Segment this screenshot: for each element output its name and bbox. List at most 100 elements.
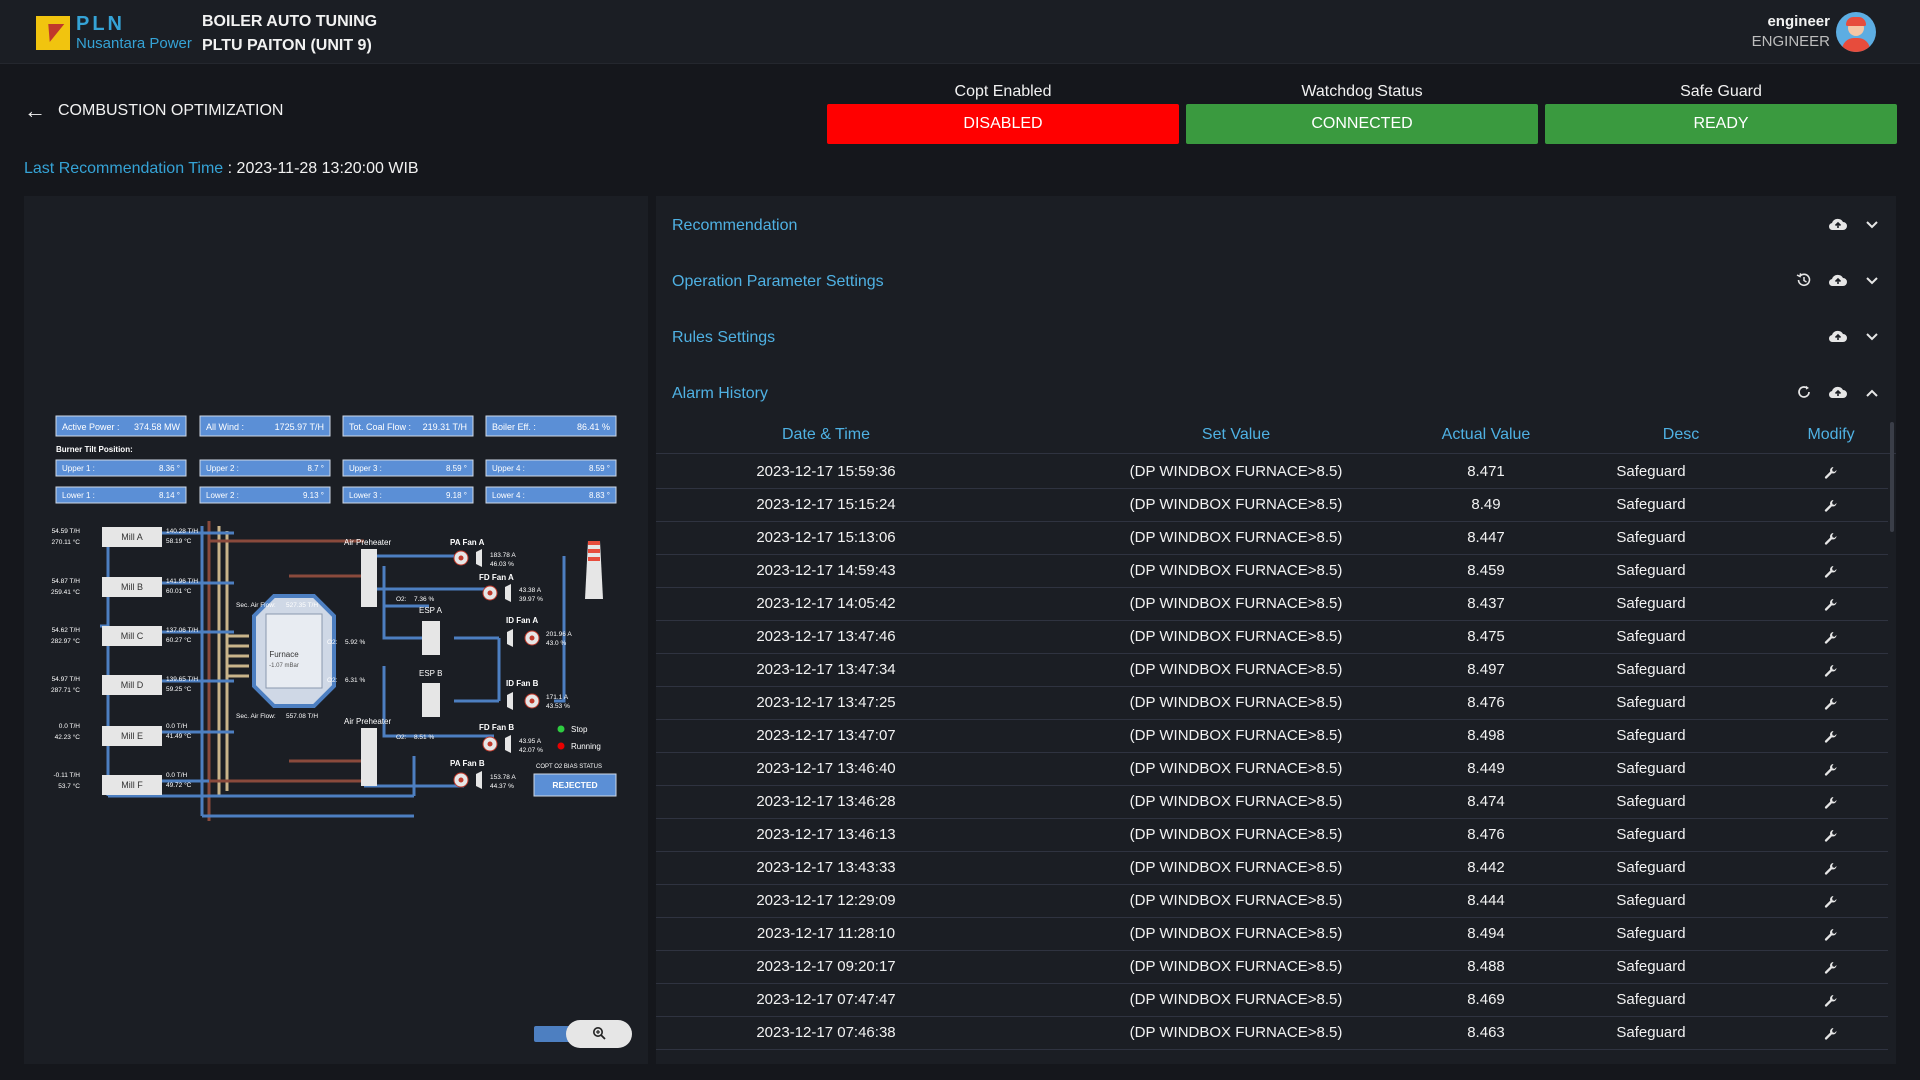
- wrench-icon: [1824, 827, 1838, 843]
- cell-actual-value: 8.49: [1471, 496, 1501, 513]
- modify-button[interactable]: [1766, 951, 1896, 984]
- refresh-icon[interactable]: [1794, 384, 1814, 405]
- zoom-in-button[interactable]: [566, 1020, 632, 1048]
- col-desc[interactable]: Desc: [1616, 416, 1746, 454]
- modify-button[interactable]: [1766, 687, 1896, 720]
- col-modify[interactable]: Modify: [1766, 416, 1896, 454]
- id-fan-a-current: 201.96 A: [546, 631, 572, 638]
- table-row: 2023-12-17 07:47:47 (DP WINDBOX FURNACE>8…: [656, 984, 1888, 1017]
- back-button[interactable]: ← COMBUSTION OPTIMIZATION: [24, 100, 283, 122]
- fd-fan-a: FD Fan A 43.38 A 39.97 %: [479, 573, 543, 603]
- pln-logo: PLN Nusantara Power: [36, 14, 192, 51]
- app-title: BOILER AUTO TUNING PLTU PAITON (UNIT 9): [202, 10, 377, 58]
- cell-date-time: 2023-12-17 13:46:13: [756, 826, 896, 843]
- cloud-upload-icon[interactable]: [1828, 385, 1848, 404]
- cell-desc: Safeguard: [1616, 859, 1686, 876]
- fd-fan-b: FD Fan B 43.95 A 42.07 %: [479, 723, 543, 754]
- cell-actual-value: 8.476: [1467, 826, 1505, 843]
- chevron-up-icon[interactable]: [1862, 385, 1882, 403]
- copt-enabled-badge[interactable]: DISABLED: [827, 104, 1179, 144]
- upper-3-label: Upper 3 :: [349, 464, 382, 473]
- avatar[interactable]: [1836, 12, 1876, 52]
- id-fan-a: ID Fan A 201.96 A 43.0 %: [506, 616, 572, 647]
- esp-b-label: ESP B: [419, 669, 442, 678]
- modify-button[interactable]: [1766, 984, 1896, 1017]
- chevron-down-icon[interactable]: [1862, 217, 1882, 235]
- copt-o2-bias-title: COPT O2 BIAS STATUS: [536, 764, 602, 770]
- cell-date-time: 2023-12-17 07:47:47: [756, 991, 896, 1008]
- upper-3-value: 8.59 °: [446, 464, 467, 473]
- table-row: 2023-12-17 13:47:07 (DP WINDBOX FURNACE>8…: [656, 720, 1888, 753]
- cell-date-time: 2023-12-17 14:05:42: [756, 595, 896, 612]
- cell-date-time: 2023-12-17 13:43:33: [756, 859, 896, 876]
- wrench-icon: [1824, 794, 1838, 810]
- chevron-down-icon[interactable]: [1862, 329, 1882, 347]
- table-row: 2023-12-17 14:59:43 (DP WINDBOX FURNACE>8…: [656, 555, 1888, 588]
- accordion-operation-parameter-settings[interactable]: Operation Parameter Settings: [656, 254, 1896, 310]
- modify-button[interactable]: [1766, 654, 1896, 687]
- modify-button[interactable]: [1766, 522, 1896, 555]
- zoom-in-icon: [592, 1026, 606, 1043]
- cell-set-value: (DP WINDBOX FURNACE>8.5): [1129, 727, 1343, 744]
- modify-button[interactable]: [1766, 819, 1896, 852]
- chevron-down-icon[interactable]: [1862, 273, 1882, 291]
- modify-button[interactable]: [1766, 621, 1896, 654]
- kpi-all-wind-value: 1725.97 T/H: [275, 422, 324, 432]
- cloud-upload-icon[interactable]: [1828, 217, 1848, 236]
- cloud-upload-icon[interactable]: [1828, 273, 1848, 292]
- o2-b-label: O2:: [327, 677, 338, 684]
- modify-button[interactable]: [1766, 885, 1896, 918]
- upper-1-label: Upper 1 :: [62, 464, 95, 473]
- upper-4-value: 8.59 °: [589, 464, 610, 473]
- col-actual-value[interactable]: Actual Value: [1396, 416, 1576, 454]
- history-icon[interactable]: [1794, 271, 1814, 294]
- esp-a-label: ESP A: [419, 606, 443, 615]
- modify-button[interactable]: [1766, 753, 1896, 786]
- accordion-recommendation[interactable]: Recommendation: [656, 198, 1896, 254]
- modify-button[interactable]: [1766, 786, 1896, 819]
- zoom-control[interactable]: [534, 1020, 634, 1048]
- pa-fan-b-pct: 44.37 %: [490, 783, 514, 790]
- cell-desc: Safeguard: [1616, 892, 1686, 909]
- furnace-pressure: -1.07 mBar: [269, 663, 299, 669]
- accordion-alarm-history[interactable]: Alarm History: [656, 366, 1896, 422]
- o2-bot-label: O2:: [396, 734, 407, 741]
- col-date-time[interactable]: Date & Time: [716, 416, 936, 454]
- wrench-icon: [1824, 662, 1838, 678]
- cell-date-time: 2023-12-17 15:13:06: [756, 529, 896, 546]
- arrow-left-icon: ←: [24, 98, 46, 123]
- modify-button[interactable]: [1766, 918, 1896, 951]
- mill-d-air: 139.65 T/H: [166, 676, 198, 683]
- mill-a: Mill A 54.59 T/H 270.11 °C 140.28 T/H 58…: [52, 527, 198, 547]
- cloud-upload-icon[interactable]: [1828, 329, 1848, 348]
- mill-c: Mill C 54.62 T/H 282.97 °C 137.06 T/H 60…: [51, 626, 198, 646]
- modify-button[interactable]: [1766, 489, 1896, 522]
- table-scrollbar[interactable]: [1890, 422, 1894, 532]
- safe-guard-badge[interactable]: READY: [1545, 104, 1897, 144]
- kpi-all-wind-label: All Wind :: [206, 422, 244, 432]
- modify-button[interactable]: [1766, 456, 1896, 489]
- last-rec-value: : 2023-11-28 13:20:00 WIB: [223, 160, 419, 177]
- cell-actual-value: 8.459: [1467, 562, 1505, 579]
- cell-desc: Safeguard: [1616, 793, 1686, 810]
- accordion-rules-settings[interactable]: Rules Settings: [656, 310, 1896, 366]
- app-title-line1: BOILER AUTO TUNING: [202, 13, 378, 30]
- watchdog-status-badge[interactable]: CONNECTED: [1186, 104, 1538, 144]
- sec-air-flow-bottom-value: 557.08 T/H: [286, 713, 318, 720]
- modify-button[interactable]: [1766, 1017, 1896, 1050]
- copt-o2-bias-status[interactable]: REJECTED: [533, 773, 617, 797]
- furnace: Furnace -1.07 mBar: [252, 594, 336, 708]
- modify-button[interactable]: [1766, 555, 1896, 588]
- cell-actual-value: 8.471: [1467, 463, 1505, 480]
- modify-button[interactable]: [1766, 720, 1896, 753]
- rules-settings-title: Rules Settings: [672, 329, 776, 346]
- table-row: 2023-12-17 13:47:34 (DP WINDBOX FURNACE>8…: [656, 654, 1888, 687]
- cell-desc: Safeguard: [1616, 826, 1686, 843]
- user-info[interactable]: engineer ENGINEER: [1752, 12, 1830, 52]
- col-set-value[interactable]: Set Value: [1056, 416, 1416, 454]
- burner-upper-2: Upper 2 : 8.7 °: [199, 459, 331, 477]
- kpi-coal-flow: Tot. Coal Flow : 219.31 T/H: [342, 415, 474, 437]
- table-row: 2023-12-17 09:20:17 (DP WINDBOX FURNACE>8…: [656, 951, 1888, 984]
- modify-button[interactable]: [1766, 588, 1896, 621]
- modify-button[interactable]: [1766, 852, 1896, 885]
